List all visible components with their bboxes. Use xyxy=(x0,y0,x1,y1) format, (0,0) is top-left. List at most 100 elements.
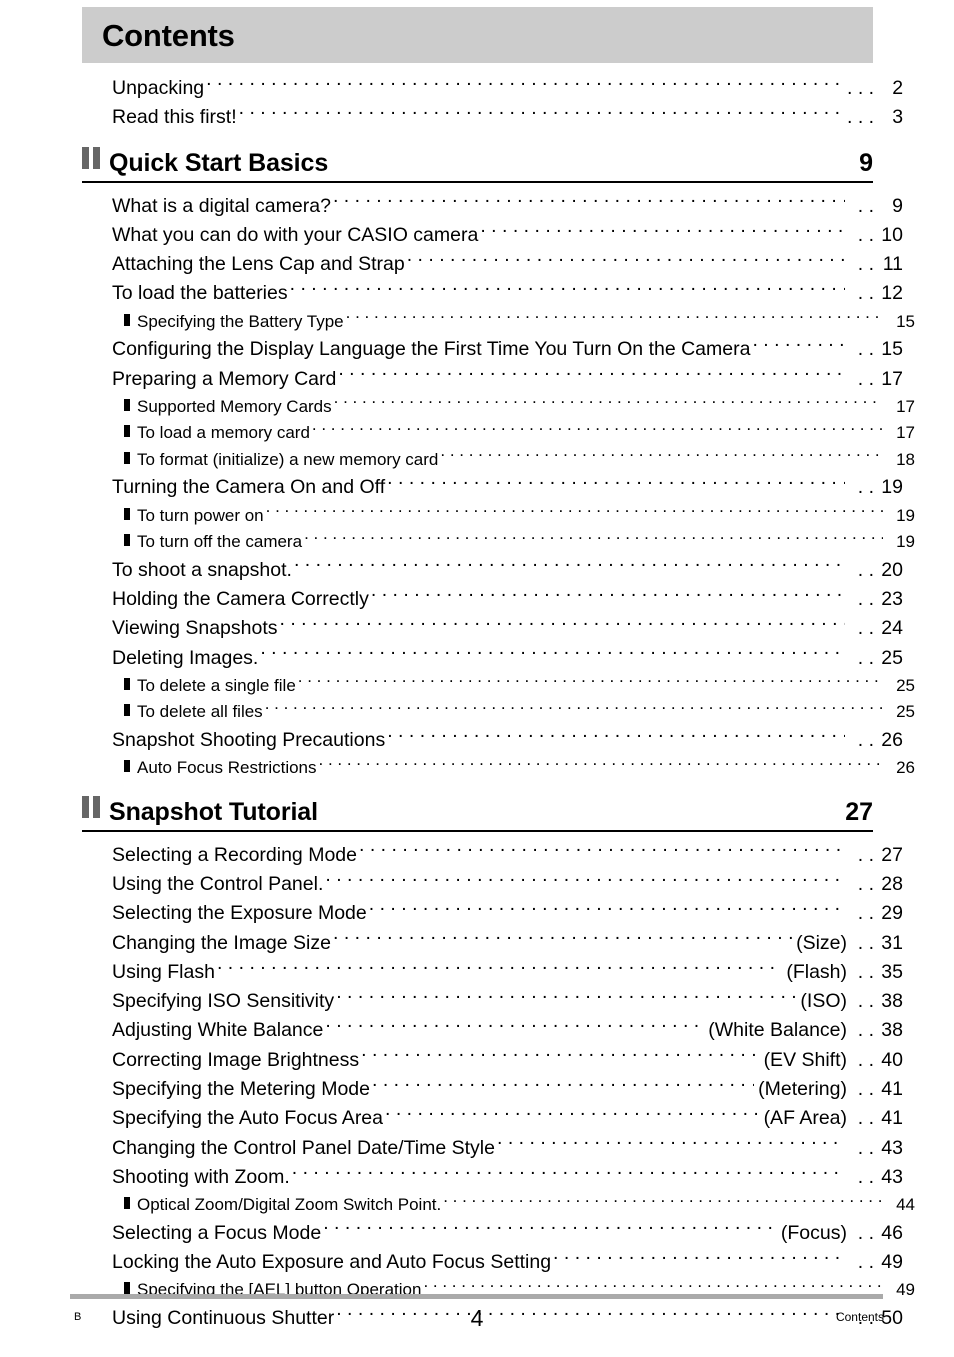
page-number: 4 xyxy=(470,1305,484,1331)
toc-entry[interactable]: To delete all files 25 xyxy=(82,699,915,726)
toc-entry[interactable]: Specifying ISO Sensitivity (ISO) . . 38 xyxy=(82,987,903,1016)
dot-leader xyxy=(480,221,845,241)
toc-entry-page: . . 27 xyxy=(847,841,903,870)
toc-entry-label: Specifying the Metering Mode xyxy=(112,1078,370,1101)
toc-page-number: 43 xyxy=(881,1165,903,1188)
toc-entry[interactable]: Optical Zoom/Digital Zoom Switch Point. 4… xyxy=(82,1192,915,1219)
toc-entry-page: 18 xyxy=(885,447,915,474)
toc-entry-page: . . 10 xyxy=(847,221,903,250)
toc-entry[interactable]: Snapshot Shooting Precautions . . 26 xyxy=(82,726,903,755)
toc-entry[interactable]: To shoot a snapshot. . . 20 xyxy=(82,556,903,585)
dot-leader xyxy=(304,530,883,547)
toc-entry-page: 19 xyxy=(885,503,915,530)
toc-entry[interactable]: To format (initialize) a new memory card… xyxy=(82,447,915,474)
toc-entry-label: Using the Control Panel. xyxy=(112,872,324,895)
toc-entry[interactable]: Supported Memory Cards 17 xyxy=(82,394,915,421)
toc-entry[interactable]: Auto Focus Restrictions 26 xyxy=(82,755,915,782)
page-header-band: Contents xyxy=(82,7,873,63)
toc-entry[interactable]: Specifying the Auto Focus Area (AF Area).… xyxy=(82,1104,903,1133)
leader-tail-dots: . . xyxy=(857,1048,874,1071)
toc-entry[interactable]: Shooting with Zoom. . . 43 xyxy=(82,1163,903,1192)
leader-tail-dots: . . xyxy=(857,843,874,866)
toc-entry[interactable]: To turn power on 19 xyxy=(82,503,915,530)
toc-entry[interactable]: Read this first! . . . 3 xyxy=(82,103,903,132)
toc-entry-page: . . 46 xyxy=(847,1219,903,1248)
toc-page-number: 20 xyxy=(881,558,903,581)
dot-leader xyxy=(423,1278,883,1295)
toc-page-number: 46 xyxy=(881,1221,903,1244)
toc-entry-label: Specifying ISO Sensitivity xyxy=(112,990,335,1013)
toc-entry[interactable]: Changing the Control Panel Date/Time Sty… xyxy=(82,1134,903,1163)
square-bullet-icon xyxy=(124,425,130,438)
toc-entry[interactable]: Turning the Camera On and Off . . 19 xyxy=(82,473,903,502)
toc-entry-label: Auto Focus Restrictions xyxy=(137,758,317,778)
toc-page-number: 35 xyxy=(881,960,903,983)
dot-leader xyxy=(387,474,845,494)
toc-page-number: 17 xyxy=(896,423,915,443)
toc-page-number: 25 xyxy=(896,675,915,695)
dot-leader xyxy=(217,958,782,978)
toc-entry-label: To load the batteries xyxy=(112,282,288,305)
toc-entry-page: . . 26 xyxy=(847,726,903,755)
toc-entry[interactable]: Changing the Image Size (Size) . . 31 xyxy=(82,929,903,958)
toc-entry[interactable]: What is a digital camera? . . 9 xyxy=(82,192,903,221)
toc-entry[interactable]: Selecting the Exposure Mode . . 29 xyxy=(82,899,903,928)
toc-entry-label: Holding the Camera Correctly xyxy=(112,587,369,610)
toc-entry[interactable]: Unpacking . . . 2 xyxy=(82,74,903,103)
toc-entry[interactable]: Correcting Image Brightness(EV Shift). .… xyxy=(82,1046,903,1075)
toc-entry[interactable]: Specifying the Metering Mode(Metering). … xyxy=(82,1075,903,1104)
toc-section-heading[interactable]: Quick Start Basics 9 xyxy=(82,146,873,183)
toc-entry-label: Deleting Images. xyxy=(112,646,259,669)
toc-page-number: 3 xyxy=(892,106,904,129)
toc-entry-label: Configuring the Display Language the Fir… xyxy=(112,338,751,361)
toc-entry[interactable]: Selecting a Recording Mode . . 27 xyxy=(82,841,903,870)
toc-entry[interactable]: To turn off the camera 19 xyxy=(82,529,915,556)
dot-leader xyxy=(553,1249,845,1269)
toc-entry[interactable]: Locking the Auto Exposure and Auto Focus… xyxy=(82,1248,903,1277)
toc-entry[interactable]: Deleting Images. . . 25 xyxy=(82,644,903,673)
toc-entry[interactable]: Specifying the [AEL] button Operation 49 xyxy=(82,1277,915,1304)
toc-entry[interactable]: Viewing Snapshots . . 24 xyxy=(82,614,903,643)
dot-leader xyxy=(371,585,845,605)
toc-page-number: 40 xyxy=(881,1048,903,1071)
toc-entry[interactable]: To delete a single file 25 xyxy=(82,673,915,700)
dot-leader xyxy=(319,756,883,773)
toc-entry[interactable]: Specifying the Battery Type 15 xyxy=(82,309,915,336)
toc-entry[interactable]: What you can do with your CASIO camera . … xyxy=(82,221,903,250)
toc-entry[interactable]: Preparing a Memory Card . . 17 xyxy=(82,365,903,394)
toc-entry-page: . . 41 xyxy=(847,1104,903,1133)
double-bar-icon xyxy=(82,146,100,169)
toc-entry-page: 49 xyxy=(885,1277,915,1304)
toc-entry-label: Specifying the Auto Focus Area xyxy=(112,1107,384,1130)
toc-entry-label: Using Flash xyxy=(112,960,215,983)
square-bullet-icon xyxy=(124,451,130,464)
toc-entry-suffix: (EV Shift) xyxy=(763,1048,847,1071)
toc-entry-page: 25 xyxy=(885,673,915,700)
square-bullet-icon xyxy=(124,677,130,690)
toc-entry[interactable]: To load the batteries . . 12 xyxy=(82,279,903,308)
toc-entry[interactable]: Selecting a Focus Mode (Focus) . . 46 xyxy=(82,1219,903,1248)
dot-leader xyxy=(372,1076,754,1096)
toc-entry-suffix: (Flash) xyxy=(786,960,847,983)
toc-entry[interactable]: Holding the Camera Correctly . . 23 xyxy=(82,585,903,614)
toc-entry-page: 44 xyxy=(885,1192,915,1219)
leader-tail-dots: . . xyxy=(857,587,874,610)
toc-entry[interactable]: Using the Control Panel. . . 28 xyxy=(82,870,903,899)
toc-entry-page: . . 41 xyxy=(847,1075,903,1104)
toc-entry[interactable]: Using Flash (Flash) . . 35 xyxy=(82,958,903,987)
dot-leader xyxy=(325,1017,704,1037)
toc-entry[interactable]: To load a memory card 17 xyxy=(82,420,915,447)
toc-page-number: 29 xyxy=(881,902,903,925)
toc-entry[interactable]: Adjusting White Balance(White Balance). … xyxy=(82,1016,903,1045)
dot-leader xyxy=(290,280,845,300)
toc-entry[interactable]: Attaching the Lens Cap and Strap . . 11 xyxy=(82,250,903,279)
toc-page-number: 25 xyxy=(896,702,915,722)
toc-entry-page: . . 11 xyxy=(847,250,903,279)
toc-page-number: 25 xyxy=(881,646,903,669)
dot-leader xyxy=(440,448,883,465)
leader-tail-dots: . . xyxy=(857,1107,874,1130)
toc-entry[interactable]: Configuring the Display Language the Fir… xyxy=(82,335,903,364)
toc-entry-label: To turn off the camera xyxy=(137,532,303,552)
toc-section-heading[interactable]: Snapshot Tutorial 27 xyxy=(82,795,873,832)
